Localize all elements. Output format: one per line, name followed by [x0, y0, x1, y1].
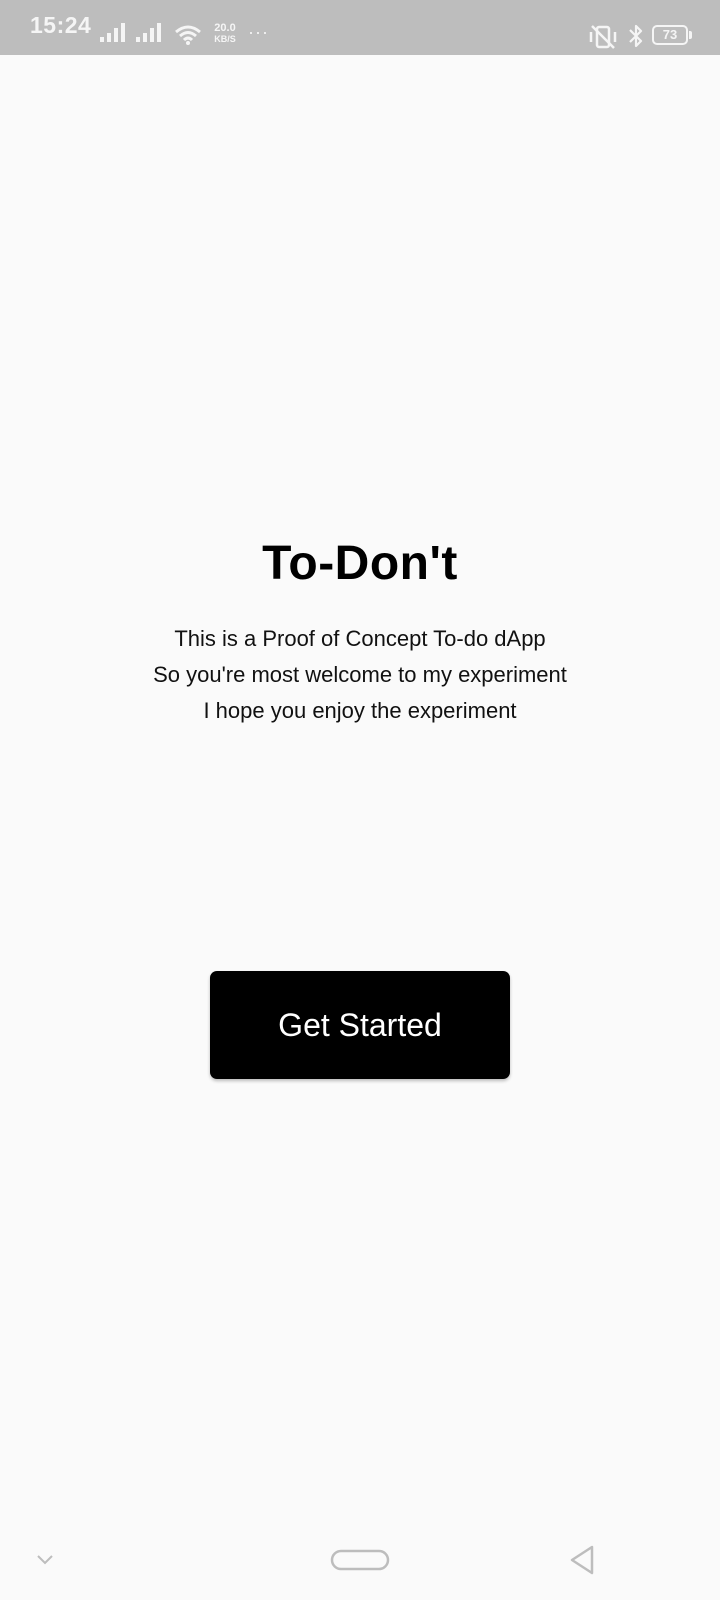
back-triangle-icon[interactable] — [568, 1544, 596, 1576]
status-bar: 15:24 20.0 KB/S ··· 73 — [0, 0, 720, 55]
get-started-button[interactable]: Get Started — [210, 971, 510, 1079]
chevron-down-icon[interactable] — [36, 1554, 54, 1566]
status-time: 15:24 — [30, 12, 92, 38]
signal-icon — [100, 23, 125, 42]
more-notifications-icon: ··· — [248, 22, 269, 42]
app-title: To-Don't — [262, 537, 458, 590]
network-speed-unit: KB/S — [214, 34, 236, 44]
signal-icon — [136, 23, 161, 42]
battery-icon: 73 — [652, 25, 688, 45]
wifi-icon — [175, 25, 201, 45]
navigation-bar — [0, 1520, 720, 1600]
intro-line: This is a Proof of Concept To-do dApp — [174, 626, 546, 651]
home-pill-icon[interactable] — [330, 1548, 390, 1572]
vibrate-icon — [589, 25, 617, 49]
network-speed: 20.0 KB/S — [209, 23, 241, 45]
intro-line: I hope you enjoy the experiment — [203, 698, 517, 723]
network-speed-value: 20.0 — [214, 22, 236, 34]
bluetooth-icon — [629, 24, 643, 48]
intro-text: This is a Proof of Concept To-do dApp So… — [0, 621, 720, 729]
battery-tip — [689, 31, 692, 39]
intro-line: So you're most welcome to my experiment — [153, 662, 567, 687]
